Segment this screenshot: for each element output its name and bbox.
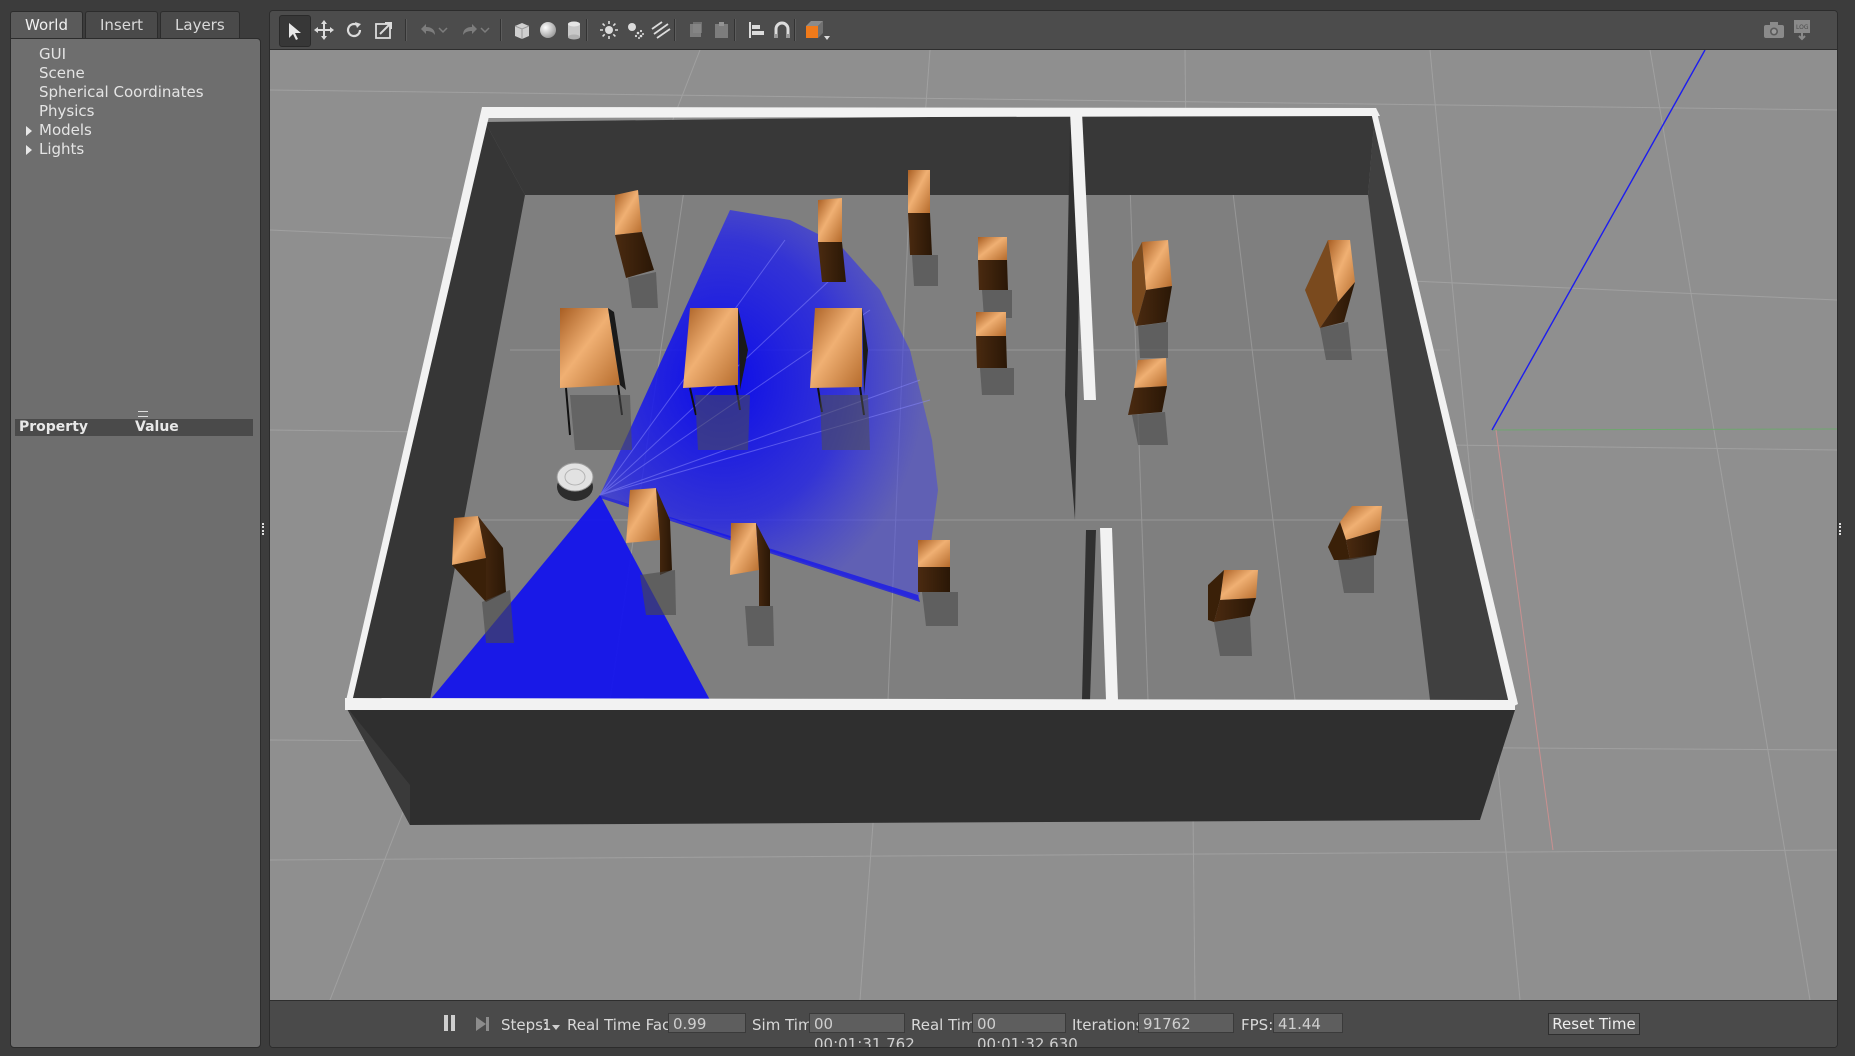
- log-icon[interactable]: LOG: [1787, 15, 1817, 45]
- svg-text:LOG: LOG: [1796, 24, 1809, 31]
- steps-label: Steps:: [501, 1016, 549, 1034]
- directional-light-icon[interactable]: [646, 15, 676, 45]
- real-time-factor-value: 0.99: [668, 1013, 746, 1033]
- iterations-value: 91762: [1138, 1013, 1234, 1033]
- right-panel-resize-grip[interactable]: [1839, 523, 1845, 535]
- toolbar-separator: [734, 19, 736, 41]
- tree-item-spherical-coordinates[interactable]: Spherical Coordinates: [11, 83, 260, 102]
- real-time-value: 00 00:01:32.630: [972, 1013, 1078, 1047]
- tree-item-label: GUI: [39, 45, 67, 63]
- expand-arrow-icon[interactable]: [26, 145, 32, 155]
- screenshot-icon[interactable]: [1759, 15, 1789, 45]
- translate-icon[interactable]: [309, 15, 339, 45]
- y-axis-line: [1491, 428, 1837, 431]
- property-table-header: Property Value: [15, 419, 253, 436]
- sim-time-value: 00 00:01:31.762: [809, 1013, 915, 1047]
- toolbar-separator: [405, 19, 407, 41]
- status-bar: Steps: 1 Real Time Factor: 0.99 Sim Time…: [270, 1000, 1837, 1047]
- tree-item-label: Physics: [39, 102, 95, 120]
- tree-item-physics[interactable]: Physics: [11, 102, 260, 121]
- tree-item-models[interactable]: Models: [11, 121, 260, 140]
- scene-viewport[interactable]: [270, 50, 1837, 1000]
- tree-item-label: Models: [39, 121, 92, 139]
- panel-splitter-handle[interactable]: [138, 411, 148, 417]
- cabinet-2[interactable]: [818, 198, 846, 282]
- robot[interactable]: [556, 462, 594, 501]
- step-forward-icon[interactable]: [474, 1015, 492, 1033]
- tree-item-lights[interactable]: Lights: [11, 140, 260, 159]
- property-column-header: Property: [19, 419, 89, 435]
- redo-history-dropdown[interactable]: [478, 15, 492, 45]
- left-panel: World Insert Layers GUI Scene Spherical …: [0, 0, 264, 1056]
- tree-item-label: Scene: [39, 64, 85, 82]
- fps-label: FPS:: [1241, 1016, 1274, 1034]
- paste-icon[interactable]: [707, 15, 737, 45]
- expand-arrow-icon[interactable]: [26, 126, 32, 136]
- tree-item-label: Lights: [39, 140, 85, 158]
- fps-value: 41.44: [1273, 1013, 1343, 1033]
- reset-time-button[interactable]: Reset Time: [1548, 1013, 1640, 1035]
- steps-dropdown-icon[interactable]: [552, 1025, 560, 1031]
- tree-item-label: Spherical Coordinates: [39, 83, 204, 101]
- left-tabbar: World Insert Layers: [10, 11, 242, 39]
- wall-outer-face-south: [345, 705, 1515, 825]
- snap-icon[interactable]: [767, 15, 797, 45]
- main-window: LOG Steps: 1 Real Time Factor: 0.99 Sim …: [269, 10, 1838, 1048]
- tree-item-gui[interactable]: GUI: [11, 45, 260, 64]
- cylinder-icon[interactable]: [559, 15, 589, 45]
- toolbar-separator: [674, 19, 676, 41]
- tab-world[interactable]: World: [10, 11, 83, 38]
- toolbar-separator: [586, 19, 588, 41]
- toolbar-separator: [500, 19, 502, 41]
- pause-icon[interactable]: [442, 1015, 456, 1033]
- toolbar-separator: [794, 19, 796, 41]
- tab-insert[interactable]: Insert: [85, 11, 159, 38]
- world-panel: GUI Scene Spherical Coordinates Physics …: [10, 38, 261, 1048]
- scale-icon[interactable]: [369, 15, 399, 45]
- toolbar: LOG: [270, 11, 1837, 50]
- world-tree: GUI Scene Spherical Coordinates Physics …: [11, 45, 260, 159]
- tree-item-scene[interactable]: Scene: [11, 64, 260, 83]
- view-angle-icon[interactable]: [801, 15, 835, 45]
- scene-render[interactable]: [270, 50, 1837, 1000]
- value-column-header: Value: [135, 419, 179, 435]
- select-arrow-icon[interactable]: [279, 15, 311, 47]
- left-panel-resize-grip[interactable]: [262, 523, 268, 535]
- steps-value[interactable]: 1: [542, 1016, 552, 1034]
- tab-layers[interactable]: Layers: [160, 11, 240, 38]
- rotate-icon[interactable]: [339, 15, 369, 45]
- x-axis-line: [1495, 429, 1554, 851]
- undo-history-dropdown[interactable]: [436, 15, 450, 45]
